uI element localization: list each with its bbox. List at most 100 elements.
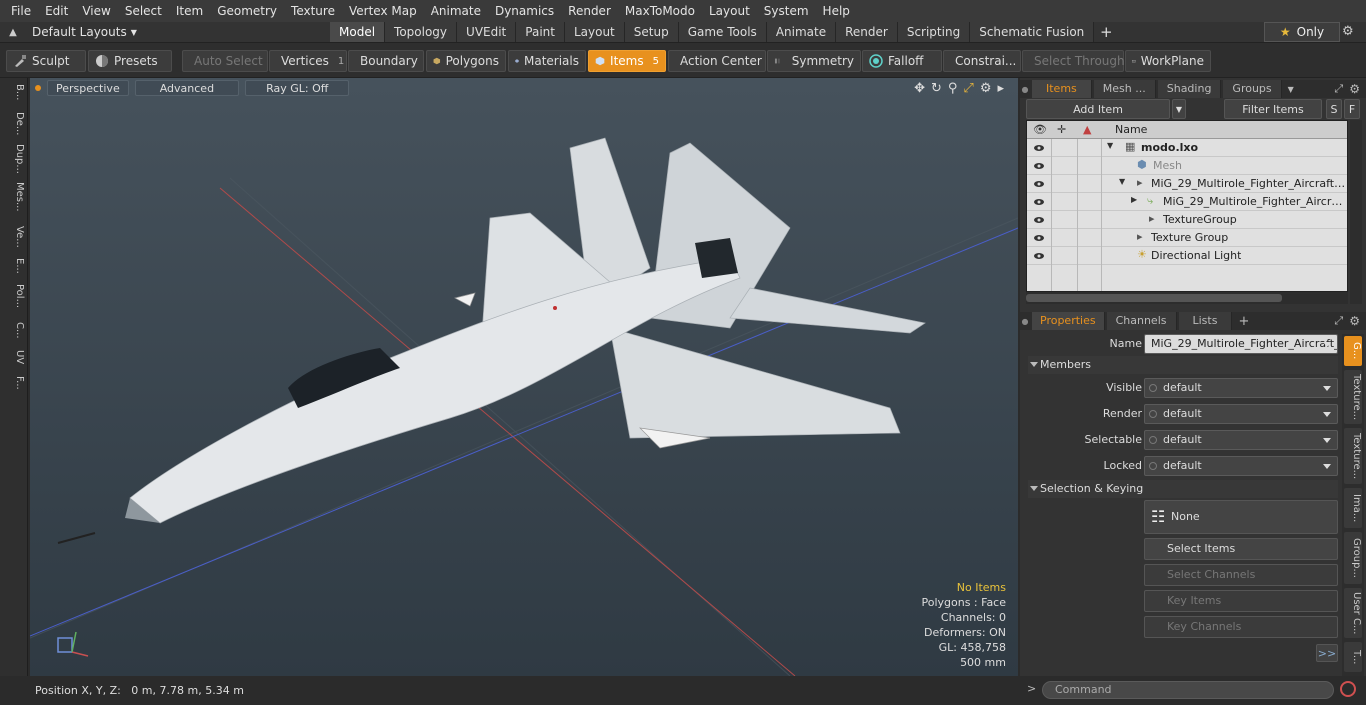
menu-layout[interactable]: Layout [702, 0, 757, 22]
tab-game-tools[interactable]: Game Tools [678, 22, 767, 42]
side-tab-g[interactable]: G... [1344, 336, 1362, 366]
layout-selector[interactable]: Default Layouts ▼ [26, 22, 143, 42]
more-button[interactable]: >> [1316, 644, 1338, 662]
menu-edit[interactable]: Edit [38, 0, 75, 22]
side-tab-ima[interactable]: Ima... [1344, 488, 1362, 528]
raygl-button[interactable]: Ray GL: Off [245, 80, 350, 96]
menu-system[interactable]: System [757, 0, 816, 22]
eye-icon[interactable] [1033, 214, 1045, 226]
selection-keying-section[interactable]: Selection & Keying [1028, 480, 1338, 498]
presets-button[interactable]: Presets [88, 50, 172, 72]
expand-arrow-icon[interactable]: ▼ [1119, 177, 1125, 186]
tab-mesh[interactable]: Mesh ... [1093, 80, 1156, 98]
tree-row-aircraft-group[interactable]: ▼ ▸ MiG_29_Multirole_Fighter_Aircraft_Fl… [1027, 175, 1347, 193]
side-tab-group[interactable]: Group... [1344, 532, 1362, 584]
tree-row-mesh[interactable]: ⬢ Mesh [1027, 157, 1347, 175]
side-tab-t[interactable]: T... [1344, 642, 1362, 672]
tree-row-texturegroup[interactable]: ▸ TextureGroup [1027, 211, 1347, 229]
tab-animate[interactable]: Animate [766, 22, 837, 42]
tab-lists[interactable]: Lists [1178, 312, 1233, 330]
menu-select[interactable]: Select [118, 0, 169, 22]
eye-icon[interactable] [1033, 142, 1045, 154]
tree-vertical-scrollbar[interactable] [1350, 120, 1362, 304]
panel-expand-icon[interactable]: ⤢ [1334, 82, 1343, 96]
tree-row-texture-group[interactable]: ▸ Texture Group [1027, 229, 1347, 247]
zoom-view-icon[interactable]: ⚲ [948, 81, 958, 96]
tab-groups[interactable]: Groups [1223, 80, 1282, 98]
perspective-button[interactable]: Perspective [47, 80, 129, 96]
eye-icon[interactable] [1033, 232, 1045, 244]
collapsed-arrow-icon[interactable]: ▶ [1131, 195, 1137, 204]
left-tab-ve[interactable]: Ve... [3, 226, 25, 248]
workplane-button[interactable]: WorkPlane [1125, 50, 1211, 72]
tab-items[interactable]: Items [1032, 80, 1092, 98]
name-column-header[interactable]: Name [1115, 123, 1147, 136]
left-tab-c[interactable]: C... [3, 322, 25, 339]
tree-row-directional-light[interactable]: ☀ Directional Light [1027, 247, 1347, 265]
side-tab-texture-1[interactable]: Texture... [1344, 370, 1362, 424]
menu-dynamics[interactable]: Dynamics [488, 0, 561, 22]
members-section[interactable]: Members [1028, 356, 1338, 374]
gear-icon[interactable]: ⚙ [1342, 24, 1354, 39]
eye-icon[interactable] [1033, 250, 1045, 262]
record-icon[interactable] [1340, 681, 1356, 697]
advanced-button[interactable]: Advanced [134, 80, 240, 96]
left-tab-uv[interactable]: UV [3, 350, 25, 364]
tab-layout[interactable]: Layout [564, 22, 625, 42]
tab-schematic-fusion[interactable]: Schematic Fusion [970, 22, 1095, 42]
menu-animate[interactable]: Animate [424, 0, 488, 22]
eye-icon[interactable] [1033, 196, 1045, 208]
panel-gear-icon[interactable]: ⚙ [1349, 314, 1360, 328]
visible-dropdown[interactable]: default [1144, 378, 1338, 398]
menu-vertex-map[interactable]: Vertex Map [342, 0, 424, 22]
tab-channels[interactable]: Channels [1106, 312, 1177, 330]
panel-expand-icon[interactable]: ⤢ [1334, 314, 1343, 328]
key-channels-button[interactable]: Key Channels [1144, 616, 1338, 638]
menu-help[interactable]: Help [816, 0, 857, 22]
panel-dot-icon[interactable]: ● [1020, 85, 1030, 94]
polygons-button[interactable]: Polygons [426, 50, 506, 72]
menu-view[interactable]: View [75, 0, 117, 22]
panel-dot-icon[interactable]: ● [1020, 317, 1030, 326]
none-selection-button[interactable]: ☷ None [1144, 500, 1338, 534]
tab-paint[interactable]: Paint [516, 22, 565, 42]
left-tab-e[interactable]: E... [3, 258, 25, 274]
tab-setup[interactable]: Setup [624, 22, 679, 42]
f-button[interactable]: F [1344, 99, 1360, 119]
select-through-button[interactable]: Select Through [1022, 50, 1125, 72]
tab-uvedit[interactable]: UVEdit [457, 22, 517, 42]
action-center-button[interactable]: Action Center [668, 50, 766, 72]
only-toggle[interactable]: ★ Only [1264, 22, 1340, 42]
eye-icon[interactable] [1033, 160, 1045, 172]
menu-texture[interactable]: Texture [284, 0, 342, 22]
add-tab-plus-icon[interactable]: + [1238, 314, 1249, 329]
left-tab-de[interactable]: De... [3, 112, 25, 135]
tree-horizontal-scrollbar[interactable] [1026, 292, 1348, 304]
locked-dropdown[interactable]: default [1144, 456, 1338, 476]
tree-row-scene[interactable]: ▼ ▦ modo.lxo [1027, 139, 1347, 157]
side-tab-user-c[interactable]: User C... [1344, 588, 1362, 638]
symmetry-button[interactable]: Symmetry [767, 50, 861, 72]
eye-icon[interactable] [1033, 178, 1045, 190]
menu-render[interactable]: Render [561, 0, 618, 22]
tab-render[interactable]: Render [836, 22, 898, 42]
left-tab-f[interactable]: F... [3, 376, 25, 390]
left-tab-mes[interactable]: Mes... [3, 182, 25, 212]
constraints-button[interactable]: Constrai... [943, 50, 1021, 72]
expand-arrow-icon[interactable]: ▼ [1107, 141, 1113, 150]
panel-gear-icon[interactable]: ⚙ [1349, 82, 1360, 96]
menu-geometry[interactable]: Geometry [210, 0, 284, 22]
selectable-dropdown[interactable]: default [1144, 430, 1338, 450]
boundary-button[interactable]: Boundary [348, 50, 424, 72]
add-tab-plus-icon[interactable]: + [1094, 22, 1118, 42]
s-button[interactable]: S [1326, 99, 1342, 119]
select-channels-button[interactable]: Select Channels [1144, 564, 1338, 586]
layout-arrow-icon[interactable]: ▲ [0, 27, 26, 38]
move-view-icon[interactable]: ✥ [914, 81, 925, 96]
add-item-button[interactable]: Add Item [1026, 99, 1170, 119]
select-items-button[interactable]: Select Items [1144, 538, 1338, 560]
tabs-dropdown-icon[interactable]: ▼ [1288, 85, 1294, 94]
sculpt-button[interactable]: Sculpt [6, 50, 86, 72]
menu-item[interactable]: Item [169, 0, 210, 22]
tab-scripting[interactable]: Scripting [897, 22, 971, 42]
